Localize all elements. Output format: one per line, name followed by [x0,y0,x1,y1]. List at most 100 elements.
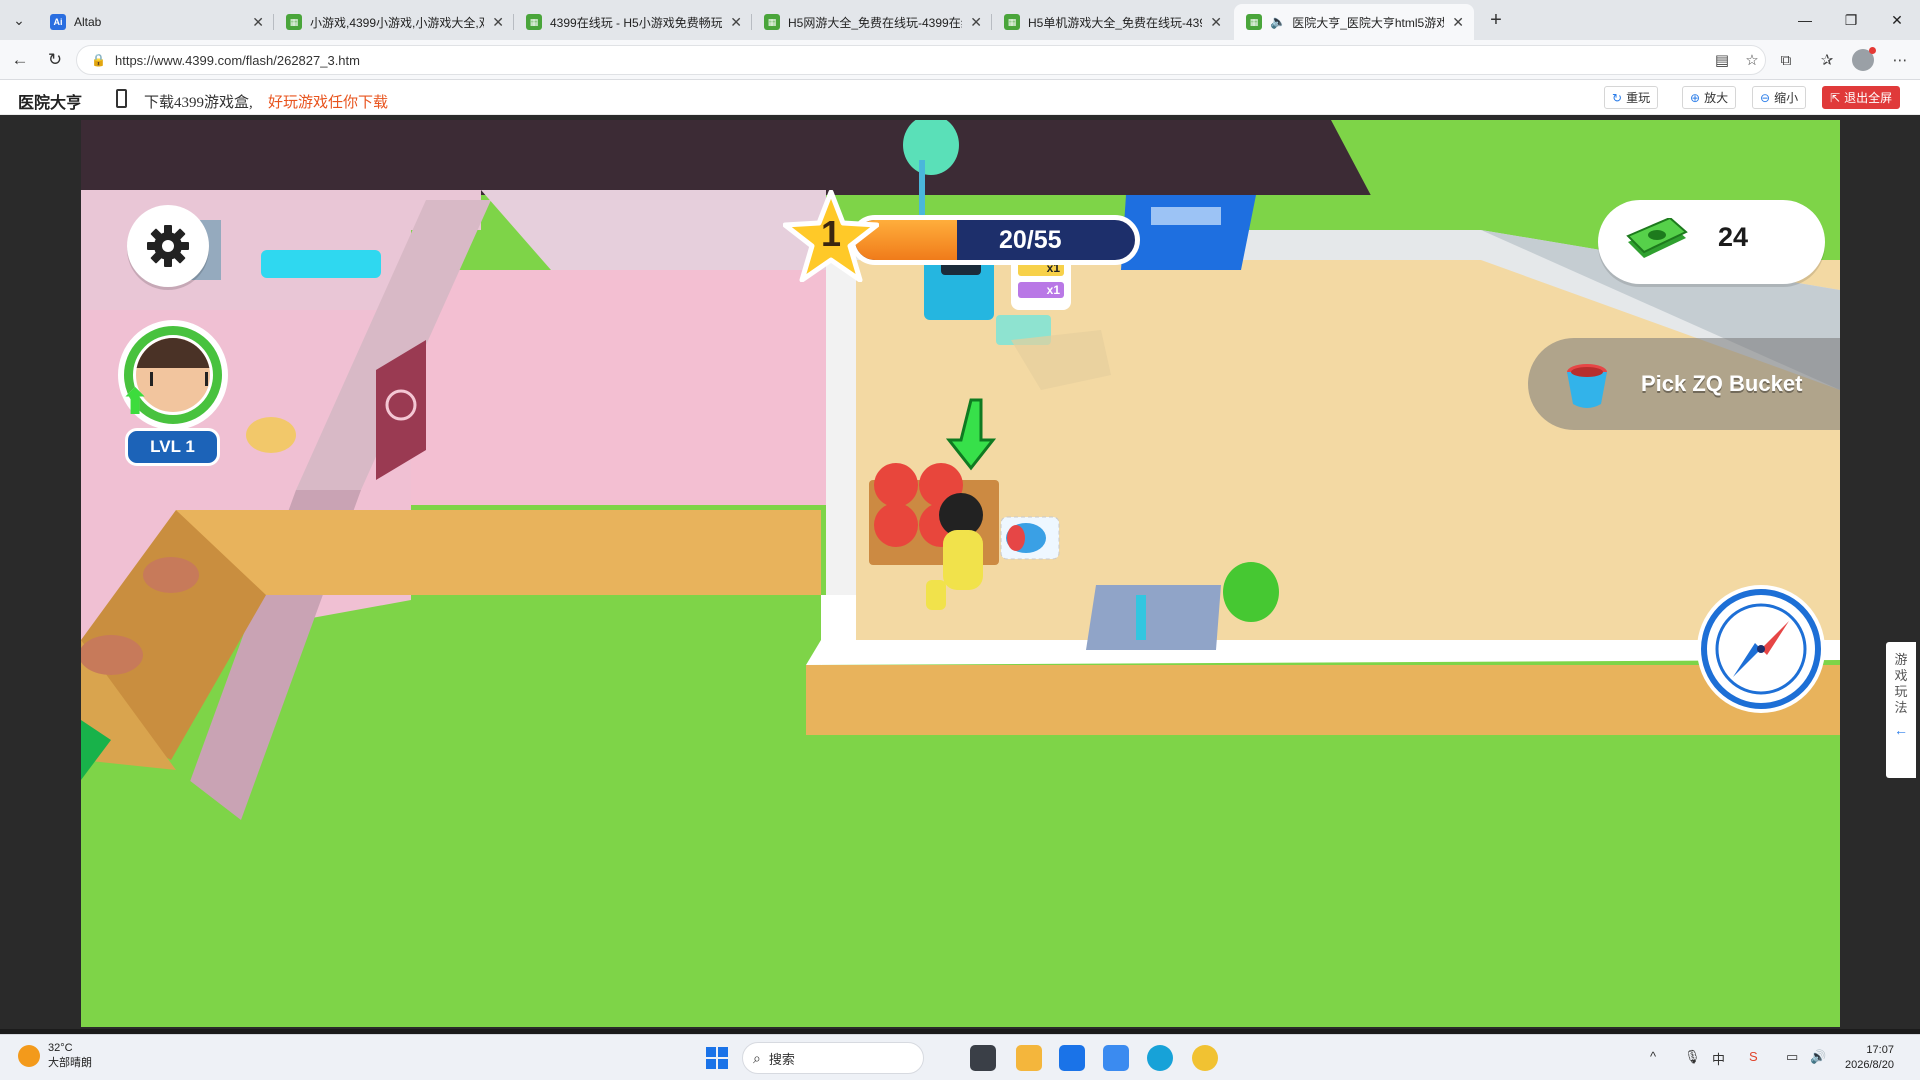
back-arrow-icon[interactable]: ← [8,48,32,72]
tab-altab[interactable]: Ai Altab ✕ [38,4,274,40]
close-icon[interactable]: ✕ [492,14,504,31]
more-menu-icon[interactable]: ⋯ [1888,48,1912,72]
tab-actions-chevron-icon[interactable]: ⌄ [6,8,32,32]
zoom-in-icon: ⊕ [1690,90,1701,105]
game-name: 医院大亨 [18,95,83,112]
taskbar-search[interactable]: ⌕ 搜索 [742,1042,924,1074]
clock[interactable]: 17:07 2026/8/20 [1845,1043,1894,1073]
close-icon[interactable]: ✕ [252,14,264,31]
side-tab-char: 法 [1894,700,1908,715]
replay-button[interactable]: ↻ 重玩 [1604,86,1659,109]
4399-icon: ▦ [286,14,302,30]
4399-icon: ▦ [526,14,542,30]
favorites-list-icon[interactable]: ✰ [1815,48,1839,72]
whiteboard-icon[interactable] [1103,1045,1129,1071]
new-tab-plus-icon[interactable]: + [1482,6,1510,34]
xp-text: 20/55 [999,226,1062,254]
arrow-left-icon: ← [1894,722,1908,738]
4399-icon: ▦ [764,14,780,30]
restore-icon[interactable]: ❐ [1828,0,1874,40]
speaker-icon[interactable]: 🔈 [1270,14,1286,30]
cash-stack-icon [1626,218,1688,258]
ime-icon[interactable]: 中 [1712,1049,1725,1068]
zoom-in-button[interactable]: ⊕ 放大 [1682,86,1737,109]
favorite-star-icon[interactable]: ☆ [1740,48,1764,72]
money-amount: 24 [1718,222,1749,252]
file-explorer-icon[interactable] [1016,1045,1042,1071]
tab-title: H5网游大全_免费在线玩-4399在线 [788,15,963,30]
money-counter: 24 [1598,200,1825,284]
store-icon[interactable] [1059,1045,1085,1071]
antivirus-icon[interactable]: S [1749,1049,1758,1064]
site-header: 医院大亨 下载4399游戏盒, 好玩游戏任你下载 ↻ 重玩 ⊕ 放大 ⊖ 缩小 … [0,80,1920,115]
weather-sun-icon [18,1045,40,1067]
4399-icon: ▦ [1246,14,1262,30]
extensions-icon[interactable]: ⧉ [1774,48,1798,72]
game-app-icon[interactable] [1192,1045,1218,1071]
profile-avatar[interactable] [1852,47,1876,71]
xp-progress-bar: 20/55 [850,215,1140,265]
reload-icon[interactable]: ↻ [43,48,67,72]
level-up-arrow-icon: ⬆ [120,381,151,422]
how-to-play-tab[interactable]: 游 戏 玩 法 ← [1886,642,1916,778]
ai-icon: Ai [50,14,66,30]
exit-fullscreen-button[interactable]: ⇱ 退出全屏 [1822,86,1901,109]
tab-4399-h5-single[interactable]: ▦ H5单机游戏大全_免费在线玩-4399 ✕ [992,4,1232,40]
task-view-icon[interactable] [970,1045,996,1071]
network-icon[interactable]: ▭ [1786,1049,1798,1065]
exit-fullscreen-label: 退出全屏 [1844,91,1893,105]
tray-chevron-icon[interactable]: ^ [1650,1049,1656,1064]
clock-date: 2026/8/20 [1845,1059,1894,1071]
compass-icon [1715,603,1807,695]
tab-title: Altab [74,15,102,29]
zoom-out-icon: ⊖ [1760,90,1771,105]
tab-title: 医院大亨_医院大亨html5游戏 [1292,15,1445,30]
zoom-in-label: 放大 [1704,91,1729,105]
settings-button[interactable] [127,205,209,287]
promo-text[interactable]: 下载4399游戏盒, [144,91,253,112]
tab-title: 4399在线玩 - H5小游戏免费畅玩 | [550,15,723,30]
browser-tab-strip: ⌄ Ai Altab ✕ ▦ 小游戏,4399小游戏,小游戏大全,双 ✕ ▦ 4… [0,0,1920,40]
window-close-icon[interactable]: ✕ [1874,0,1920,40]
search-icon: ⌕ [753,1049,761,1066]
side-tab-char: 戏 [1894,668,1908,683]
tab-hospital-tycoon[interactable]: ▦ 🔈 医院大亨_医院大亨html5游戏 ✕ [1234,4,1474,40]
close-icon[interactable]: ✕ [970,14,982,31]
volume-icon[interactable]: 🔊 [1810,1049,1826,1065]
gear-icon [147,225,189,267]
tab-4399-h5[interactable]: ▦ 4399在线玩 - H5小游戏免费畅玩 | ✕ [514,4,752,40]
close-icon[interactable]: ✕ [730,14,742,31]
weather-widget[interactable]: 32°C 大部晴朗 [18,1041,92,1071]
zoom-out-label: 缩小 [1774,91,1799,105]
replay-icon: ↻ [1612,90,1623,105]
reader-mode-icon[interactable]: ▤ [1710,48,1734,72]
weather-desc: 大部晴朗 [48,1057,92,1069]
zoom-out-button[interactable]: ⊖ 缩小 [1752,86,1807,109]
close-icon[interactable]: ✕ [1452,14,1464,31]
4399-icon: ▦ [1004,14,1020,30]
task-objective-banner: Pick ZQ Bucket [1528,338,1840,430]
tab-4399-h5-online[interactable]: ▦ H5网游大全_免费在线玩-4399在线 ✕ [752,4,992,40]
side-tab-char: 游 [1894,652,1908,667]
compass-button[interactable] [1701,589,1821,709]
star-level-number: 1 [820,213,842,254]
tab-4399-home[interactable]: ▦ 小游戏,4399小游戏,小游戏大全,双 ✕ [274,4,514,40]
lock-icon[interactable]: 🔒 [91,53,106,67]
url-text: https://www.4399.com/flash/262827_3.htm [115,52,360,68]
exit-fullscreen-icon: ⇱ [1830,90,1841,105]
address-bar[interactable]: 🔒 https://www.4399.com/flash/262827_3.ht… [76,45,1766,75]
side-tab-char: 玩 [1894,684,1908,699]
microphone-icon[interactable]: 🎙 [1684,1049,1701,1065]
replay-label: 重玩 [1626,91,1651,105]
clock-time: 17:07 [1866,1044,1894,1056]
windows-start-icon[interactable] [706,1047,728,1069]
search-placeholder: 搜索 [768,1051,795,1067]
task-text: Pick ZQ Bucket [1641,371,1803,396]
weather-temp: 32°C [48,1042,73,1054]
promo-link[interactable]: 好玩游戏任你下载 [268,91,388,112]
close-icon[interactable]: ✕ [1210,14,1222,31]
browser-toolbar: ← ↻ 🔒 https://www.4399.com/flash/262827_… [0,40,1920,80]
level-label: LVL 1 [125,428,220,466]
edge-browser-icon[interactable] [1147,1045,1173,1071]
minimize-icon[interactable]: — [1782,0,1828,40]
